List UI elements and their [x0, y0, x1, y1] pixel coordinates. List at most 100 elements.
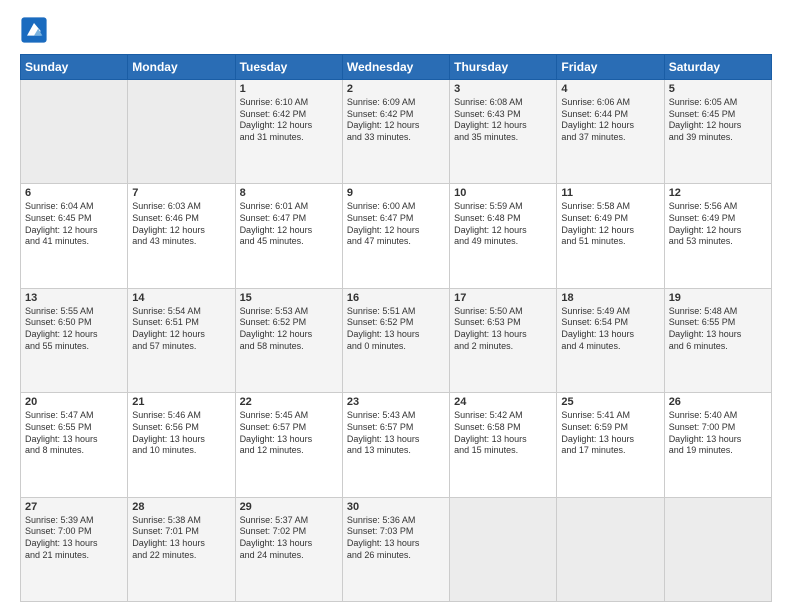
day-number: 15 — [240, 292, 338, 304]
page: SundayMondayTuesdayWednesdayThursdayFrid… — [0, 0, 792, 612]
calendar-cell: 14 Sunrise: 5:54 AM Sunset: 6:51 PM Dayli… — [128, 288, 235, 392]
calendar-cell — [664, 497, 771, 601]
calendar-cell: 28 Sunrise: 5:38 AM Sunset: 7:01 PM Dayli… — [128, 497, 235, 601]
calendar-cell: 5Sunrise: 6:05 AM Sunset: 6:45 PM Daylig… — [664, 80, 771, 184]
day-number: 19 — [669, 292, 767, 304]
cell-info: Sunrise: 5:37 AM Sunset: 7:02 PM Dayligh… — [240, 515, 338, 562]
day-header-sunday: Sunday — [21, 55, 128, 80]
calendar-cell — [557, 497, 664, 601]
cell-info: Sunrise: 5:38 AM Sunset: 7:01 PM Dayligh… — [132, 515, 230, 562]
day-header-monday: Monday — [128, 55, 235, 80]
calendar-week-row: 20 Sunrise: 5:47 AM Sunset: 6:55 PM Dayli… — [21, 393, 772, 497]
calendar-cell: 24Sunrise: 5:42 AM Sunset: 6:58 PM Dayli… — [450, 393, 557, 497]
calendar-cell: 17 Sunrise: 5:50 AM Sunset: 6:53 PM Dayli… — [450, 288, 557, 392]
day-number: 4 — [561, 83, 659, 95]
calendar-cell: 9Sunrise: 6:00 AM Sunset: 6:47 PM Daylig… — [342, 184, 449, 288]
day-header-tuesday: Tuesday — [235, 55, 342, 80]
cell-info: Sunrise: 6:10 AM Sunset: 6:42 PM Dayligh… — [240, 97, 338, 144]
day-number: 30 — [347, 501, 445, 513]
day-number: 24 — [454, 396, 552, 408]
cell-info: Sunrise: 5:48 AM Sunset: 6:55 PM Dayligh… — [669, 306, 767, 353]
calendar-cell: 3 Sunrise: 6:08 AM Sunset: 6:43 PM Daylig… — [450, 80, 557, 184]
cell-info: Sunrise: 5:54 AM Sunset: 6:51 PM Dayligh… — [132, 306, 230, 353]
calendar-cell: 13 Sunrise: 5:55 AM Sunset: 6:50 PM Dayli… — [21, 288, 128, 392]
calendar-cell: 8 Sunrise: 6:01 AM Sunset: 6:47 PM Daylig… — [235, 184, 342, 288]
cell-info: Sunrise: 5:59 AM Sunset: 6:48 PM Dayligh… — [454, 201, 552, 248]
day-header-wednesday: Wednesday — [342, 55, 449, 80]
day-number: 17 — [454, 292, 552, 304]
calendar-cell: 4 Sunrise: 6:06 AM Sunset: 6:44 PM Daylig… — [557, 80, 664, 184]
day-number: 8 — [240, 187, 338, 199]
cell-info: Sunrise: 5:40 AM Sunset: 7:00 PM Dayligh… — [669, 410, 767, 457]
day-number: 11 — [561, 187, 659, 199]
calendar-cell: 19 Sunrise: 5:48 AM Sunset: 6:55 PM Dayli… — [664, 288, 771, 392]
cell-info: Sunrise: 5:55 AM Sunset: 6:50 PM Dayligh… — [25, 306, 123, 353]
cell-info: Sunrise: 5:43 AM Sunset: 6:57 PM Dayligh… — [347, 410, 445, 457]
calendar-cell: 22Sunrise: 5:45 AM Sunset: 6:57 PM Dayli… — [235, 393, 342, 497]
calendar-cell: 18 Sunrise: 5:49 AM Sunset: 6:54 PM Dayli… — [557, 288, 664, 392]
cell-info: Sunrise: 5:49 AM Sunset: 6:54 PM Dayligh… — [561, 306, 659, 353]
day-number: 10 — [454, 187, 552, 199]
cell-info: Sunrise: 5:47 AM Sunset: 6:55 PM Dayligh… — [25, 410, 123, 457]
cell-info: Sunrise: 6:04 AM Sunset: 6:45 PM Dayligh… — [25, 201, 123, 248]
calendar-cell: 1 Sunrise: 6:10 AM Sunset: 6:42 PM Daylig… — [235, 80, 342, 184]
cell-info: Sunrise: 5:58 AM Sunset: 6:49 PM Dayligh… — [561, 201, 659, 248]
calendar-cell: 15 Sunrise: 5:53 AM Sunset: 6:52 PM Dayli… — [235, 288, 342, 392]
calendar-cell: 6 Sunrise: 6:04 AM Sunset: 6:45 PM Daylig… — [21, 184, 128, 288]
day-number: 6 — [25, 187, 123, 199]
day-number: 29 — [240, 501, 338, 513]
calendar-cell: 23 Sunrise: 5:43 AM Sunset: 6:57 PM Dayli… — [342, 393, 449, 497]
cell-info: Sunrise: 6:01 AM Sunset: 6:47 PM Dayligh… — [240, 201, 338, 248]
cell-info: Sunrise: 5:56 AM Sunset: 6:49 PM Dayligh… — [669, 201, 767, 248]
cell-info: Sunrise: 5:41 AM Sunset: 6:59 PM Dayligh… — [561, 410, 659, 457]
calendar-cell: 21 Sunrise: 5:46 AM Sunset: 6:56 PM Dayli… — [128, 393, 235, 497]
day-number: 14 — [132, 292, 230, 304]
day-number: 23 — [347, 396, 445, 408]
calendar-cell: 27 Sunrise: 5:39 AM Sunset: 7:00 PM Dayli… — [21, 497, 128, 601]
day-number: 18 — [561, 292, 659, 304]
cell-info: Sunrise: 5:39 AM Sunset: 7:00 PM Dayligh… — [25, 515, 123, 562]
logo-icon — [20, 16, 48, 44]
day-number: 5 — [669, 83, 767, 95]
cell-info: Sunrise: 5:53 AM Sunset: 6:52 PM Dayligh… — [240, 306, 338, 353]
day-number: 28 — [132, 501, 230, 513]
cell-info: Sunrise: 5:50 AM Sunset: 6:53 PM Dayligh… — [454, 306, 552, 353]
day-number: 2 — [347, 83, 445, 95]
cell-info: Sunrise: 5:46 AM Sunset: 6:56 PM Dayligh… — [132, 410, 230, 457]
logo — [20, 16, 52, 44]
day-number: 3 — [454, 83, 552, 95]
calendar-cell: 10 Sunrise: 5:59 AM Sunset: 6:48 PM Dayli… — [450, 184, 557, 288]
day-number: 20 — [25, 396, 123, 408]
day-number: 25 — [561, 396, 659, 408]
day-header-thursday: Thursday — [450, 55, 557, 80]
calendar-cell: 11 Sunrise: 5:58 AM Sunset: 6:49 PM Dayli… — [557, 184, 664, 288]
calendar-cell: 26 Sunrise: 5:40 AM Sunset: 7:00 PM Dayli… — [664, 393, 771, 497]
calendar-week-row: 1 Sunrise: 6:10 AM Sunset: 6:42 PM Daylig… — [21, 80, 772, 184]
calendar-cell — [450, 497, 557, 601]
day-number: 12 — [669, 187, 767, 199]
calendar-cell: 12 Sunrise: 5:56 AM Sunset: 6:49 PM Dayli… — [664, 184, 771, 288]
calendar-cell: 20 Sunrise: 5:47 AM Sunset: 6:55 PM Dayli… — [21, 393, 128, 497]
day-number: 13 — [25, 292, 123, 304]
day-number: 7 — [132, 187, 230, 199]
cell-info: Sunrise: 6:09 AM Sunset: 6:42 PM Dayligh… — [347, 97, 445, 144]
calendar-cell: 2 Sunrise: 6:09 AM Sunset: 6:42 PM Daylig… — [342, 80, 449, 184]
day-number: 22 — [240, 396, 338, 408]
calendar-cell: 16 Sunrise: 5:51 AM Sunset: 6:52 PM Dayli… — [342, 288, 449, 392]
calendar-cell: 29 Sunrise: 5:37 AM Sunset: 7:02 PM Dayli… — [235, 497, 342, 601]
day-number: 26 — [669, 396, 767, 408]
cell-info: Sunrise: 6:08 AM Sunset: 6:43 PM Dayligh… — [454, 97, 552, 144]
day-header-saturday: Saturday — [664, 55, 771, 80]
day-number: 16 — [347, 292, 445, 304]
calendar-cell — [21, 80, 128, 184]
cell-info: Sunrise: 6:03 AM Sunset: 6:46 PM Dayligh… — [132, 201, 230, 248]
day-number: 27 — [25, 501, 123, 513]
calendar-week-row: 13 Sunrise: 5:55 AM Sunset: 6:50 PM Dayli… — [21, 288, 772, 392]
calendar-cell: 7 Sunrise: 6:03 AM Sunset: 6:46 PM Daylig… — [128, 184, 235, 288]
cell-info: Sunrise: 6:06 AM Sunset: 6:44 PM Dayligh… — [561, 97, 659, 144]
calendar-cell: 30Sunrise: 5:36 AM Sunset: 7:03 PM Dayli… — [342, 497, 449, 601]
day-number: 1 — [240, 83, 338, 95]
cell-info: Sunrise: 5:51 AM Sunset: 6:52 PM Dayligh… — [347, 306, 445, 353]
day-number: 21 — [132, 396, 230, 408]
header — [20, 16, 772, 44]
